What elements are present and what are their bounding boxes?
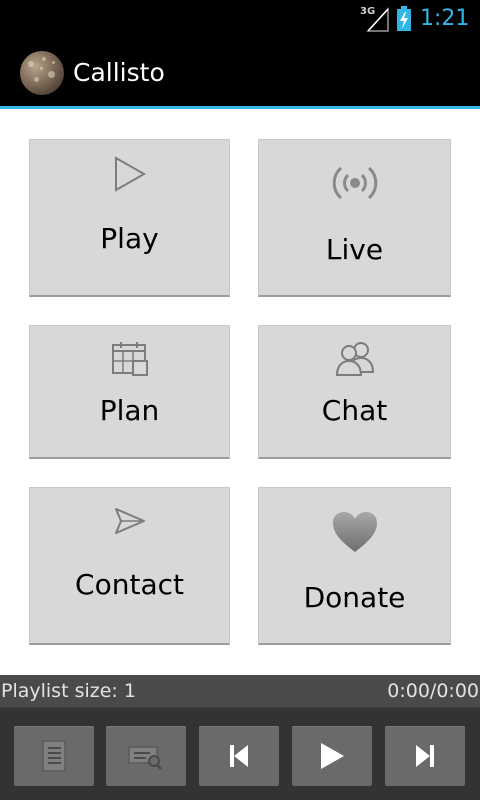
next-button[interactable] (385, 726, 465, 786)
previous-button[interactable] (199, 726, 279, 786)
app-logo-icon[interactable] (20, 51, 64, 95)
search-list-icon (128, 746, 162, 770)
play-tile[interactable]: Play (29, 139, 230, 297)
live-tile[interactable]: Live (258, 139, 451, 297)
donate-tile[interactable]: Donate (258, 487, 451, 645)
heart-icon (331, 510, 379, 558)
broadcast-icon (329, 164, 381, 206)
live-tile-label: Live (325, 233, 384, 266)
play-button[interactable] (292, 726, 372, 786)
play-outline-icon (113, 156, 147, 196)
search-playlist-button[interactable] (106, 726, 186, 786)
contact-tile[interactable]: Contact (29, 487, 230, 645)
playlist-button[interactable] (14, 726, 94, 786)
status-bar: 3G 1:21 (0, 0, 480, 38)
signal-icon (366, 7, 389, 32)
playback-time-text: 0:00/0:00 (387, 680, 479, 702)
battery-charging-icon (396, 6, 412, 32)
skip-next-icon (416, 745, 434, 767)
playlist-size-text: Playlist size: 1 (1, 680, 136, 702)
player-info-bar: Playlist size: 1 0:00/0:00 (0, 675, 480, 709)
send-icon (113, 506, 147, 540)
chat-tile-label: Chat (321, 394, 388, 427)
plan-tile-label: Plan (99, 394, 160, 427)
chat-tile[interactable]: Chat (258, 325, 451, 459)
status-time: 1:21 (420, 6, 470, 31)
playlist-icon (42, 740, 66, 772)
contact-tile-label: Contact (75, 568, 184, 601)
skip-previous-icon (230, 745, 248, 767)
app-title: Callisto (73, 58, 165, 87)
play-icon (321, 743, 344, 769)
plan-tile[interactable]: Plan (29, 325, 230, 459)
action-bar: Callisto (0, 38, 480, 109)
calendar-icon (110, 340, 150, 382)
donate-tile-label: Donate (303, 581, 406, 614)
network-indicator: 3G (360, 6, 390, 32)
play-tile-label: Play (100, 222, 159, 255)
player-controls (0, 709, 480, 800)
people-icon (333, 340, 377, 382)
